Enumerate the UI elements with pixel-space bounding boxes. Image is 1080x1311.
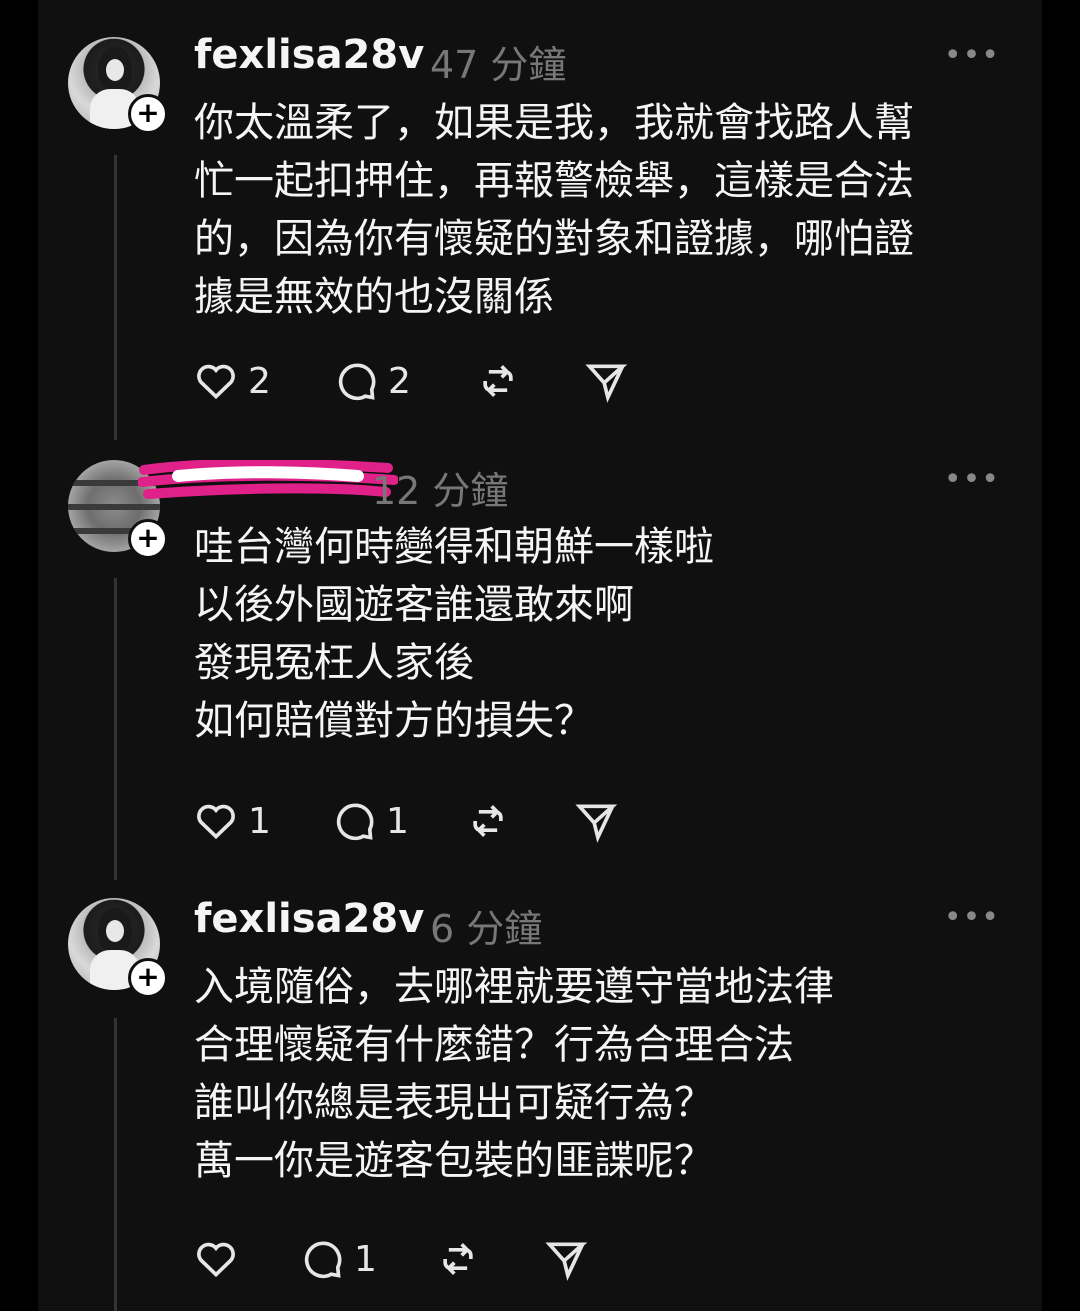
- timestamp: 6 分鐘: [430, 907, 543, 951]
- heart-icon: [197, 364, 235, 400]
- follow-plus-icon[interactable]: +: [128, 94, 168, 134]
- repost-icon: [443, 1243, 473, 1275]
- reply-button[interactable]: 1: [332, 796, 409, 846]
- comment-icon: [338, 363, 376, 401]
- more-icon[interactable]: •••: [944, 462, 1000, 497]
- like-button[interactable]: 2: [194, 356, 271, 406]
- repost-button[interactable]: [476, 356, 520, 406]
- thread-line: [114, 155, 117, 440]
- username[interactable]: fexlisa28v: [194, 32, 424, 78]
- username[interactable]: fexlisa28v: [194, 896, 424, 942]
- post-text: 你太溫柔了，如果是我，我就會找路人幫 忙一起扣押住，再報警檢舉，這樣是合法 的，…: [194, 100, 914, 320]
- repost-icon: [483, 365, 513, 397]
- share-button[interactable]: [544, 1234, 588, 1284]
- like-count: 2: [248, 360, 271, 402]
- send-icon: [585, 364, 628, 403]
- share-button[interactable]: [584, 356, 628, 406]
- like-button[interactable]: [194, 1234, 248, 1284]
- heart-icon: [197, 1242, 235, 1278]
- action-bar: 2 2: [194, 356, 694, 406]
- repost-button[interactable]: [436, 1234, 480, 1284]
- share-button[interactable]: [574, 796, 618, 846]
- send-icon: [575, 804, 618, 843]
- timestamp: 47 分鐘: [430, 43, 567, 87]
- more-icon[interactable]: •••: [944, 900, 1000, 935]
- more-icon[interactable]: •••: [944, 38, 1000, 73]
- post-text: 哇台灣何時變得和朝鮮一樣啦 以後外國遊客誰還敢來啊 發現冤枉人家後 如何賠償對方…: [194, 524, 714, 744]
- comment-icon: [336, 803, 374, 841]
- post-text: 入境隨俗，去哪裡就要遵守當地法律 合理懷疑有什麼錯？行為合理合法 誰叫你總是表現…: [194, 964, 834, 1184]
- repost-button[interactable]: [466, 796, 510, 846]
- thread-line: [114, 1018, 117, 1311]
- reply-button[interactable]: 2: [334, 356, 411, 406]
- reply-count: 1: [386, 800, 409, 842]
- repost-icon: [473, 805, 503, 837]
- like-count: 1: [248, 800, 271, 842]
- reply-count: 2: [388, 360, 411, 402]
- comment-icon: [304, 1241, 342, 1279]
- reply-count: 1: [354, 1238, 377, 1280]
- action-bar: 1: [194, 1234, 694, 1284]
- threads-reply-list: + fexlisa28v 47 分鐘 ••• 你太溫柔了，如果是我，我就會找路人…: [38, 0, 1042, 1311]
- like-button[interactable]: 1: [194, 796, 271, 846]
- follow-plus-icon[interactable]: +: [128, 519, 168, 559]
- timestamp: 12 分鐘: [372, 469, 509, 513]
- action-bar: 1 1: [194, 796, 694, 846]
- reply-button[interactable]: 1: [300, 1234, 377, 1284]
- redaction-scribble: [138, 460, 398, 499]
- follow-plus-icon[interactable]: +: [128, 958, 168, 998]
- thread-line: [114, 578, 117, 880]
- send-icon: [545, 1242, 588, 1281]
- heart-icon: [197, 804, 235, 840]
